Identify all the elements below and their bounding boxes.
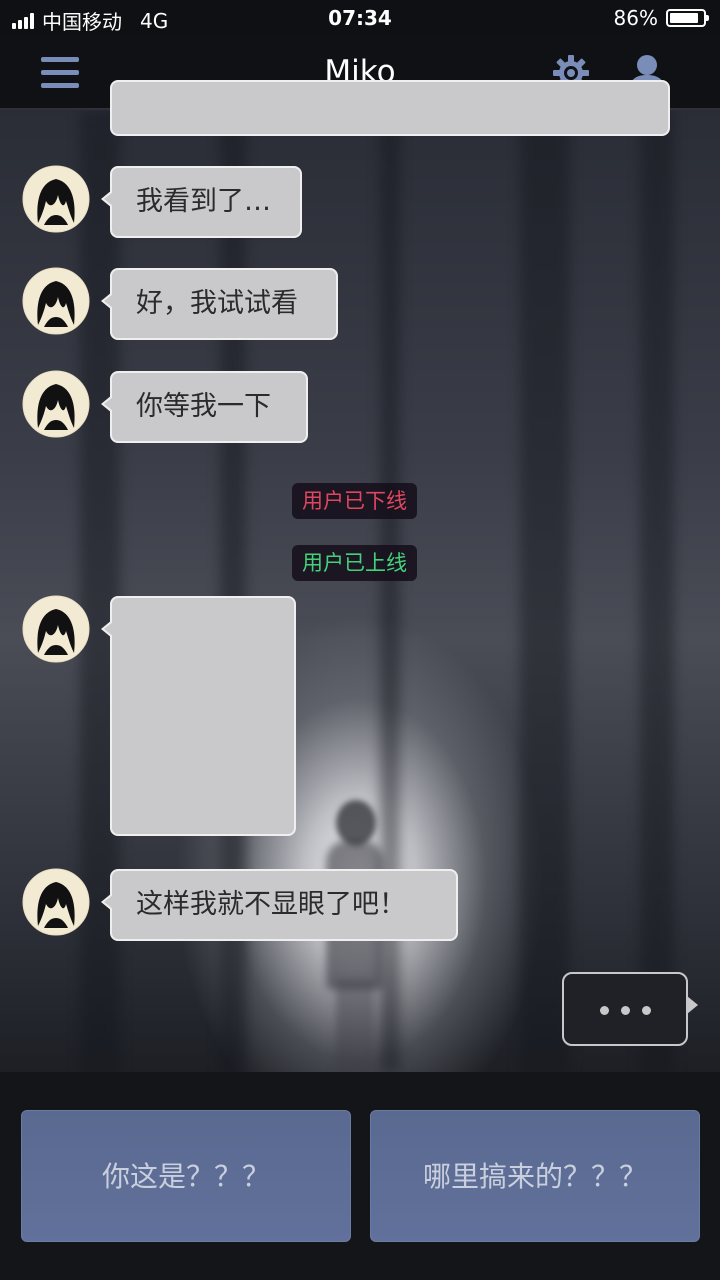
message-bubble-partial (110, 80, 670, 136)
status-bar: 中国移动 4G 07:34 86% (0, 0, 720, 36)
battery-percent: 86% (613, 6, 658, 30)
typing-indicator (562, 972, 698, 1046)
status-notice-online: 用户已上线 (292, 545, 417, 581)
avatar[interactable] (22, 595, 90, 663)
battery-icon (666, 9, 709, 27)
message-bubble: 你等我一下 (101, 371, 308, 443)
reply-choice-button[interactable]: 哪里搞来的？？？ (370, 1110, 700, 1242)
message-bubble: 这样我就不显眼了吧！ (101, 869, 458, 941)
message-bubble: 我看到了… (101, 166, 302, 238)
avatar[interactable] (22, 868, 90, 936)
reply-choice-button[interactable]: 你这是？？？ (21, 1110, 351, 1242)
avatar[interactable] (22, 165, 90, 233)
image-bubble[interactable] (101, 596, 296, 836)
status-notice-offline: 用户已下线 (292, 483, 417, 519)
clock: 07:34 (328, 6, 392, 30)
message-bubble: 好，我试试看 (101, 268, 338, 340)
avatar[interactable] (22, 267, 90, 335)
reply-panel: 你这是？？？ 哪里搞来的？？？ (0, 1072, 720, 1280)
avatar[interactable] (22, 370, 90, 438)
